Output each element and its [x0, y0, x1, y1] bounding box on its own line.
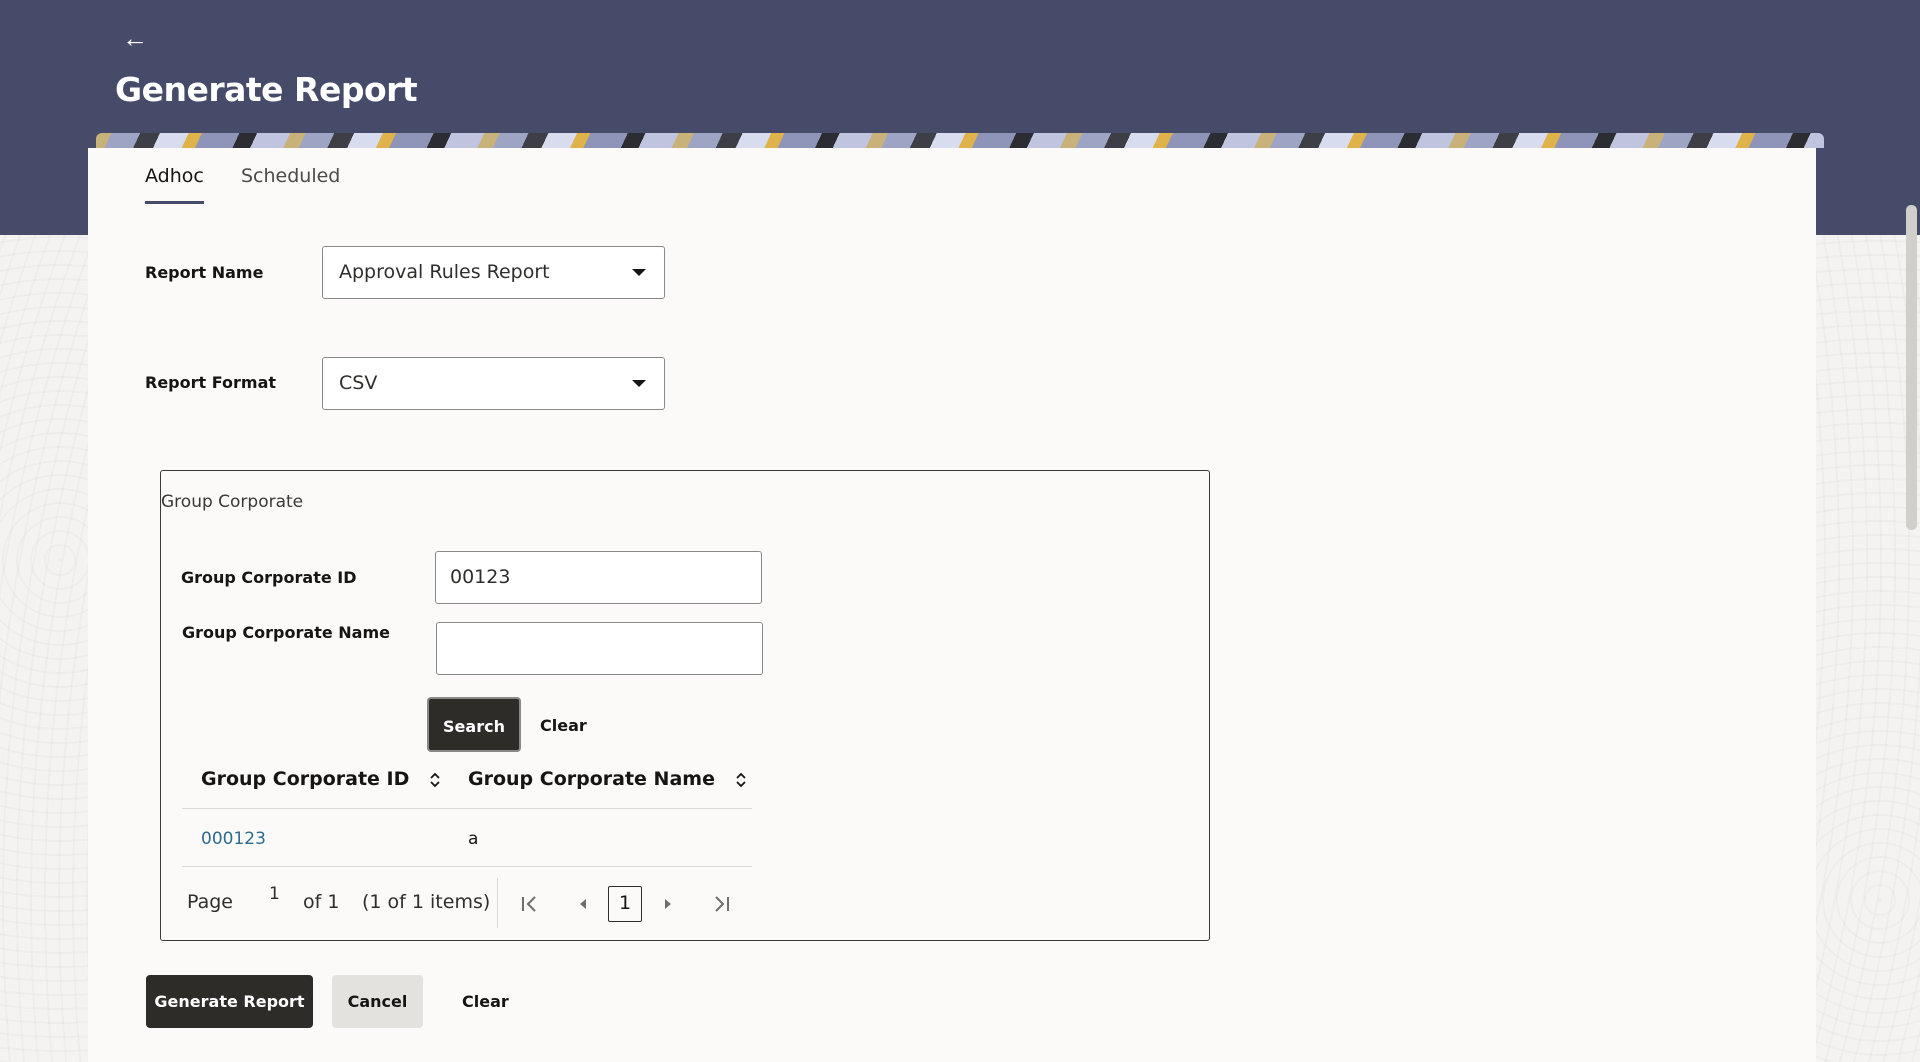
- column-header-group-corporate-id[interactable]: Group Corporate ID: [201, 768, 442, 790]
- group-corporate-name-label: Group Corporate Name: [182, 623, 390, 642]
- group-corporate-id-label: Group Corporate ID: [181, 568, 357, 587]
- column-header-group-corporate-name[interactable]: Group Corporate Name: [468, 768, 748, 790]
- table-divider: [182, 808, 752, 809]
- last-page-icon[interactable]: [709, 892, 733, 916]
- pager-items-count: (1 of 1 items): [362, 891, 491, 913]
- pager-page-label: Page: [187, 891, 233, 913]
- table-divider: [182, 866, 752, 867]
- group-corporate-title: Group Corporate: [161, 492, 304, 512]
- generate-report-button[interactable]: Generate Report: [146, 975, 313, 1028]
- header-banner: [96, 133, 1824, 148]
- report-name-label: Report Name: [145, 263, 264, 282]
- search-clear-button[interactable]: Clear: [540, 716, 587, 735]
- report-name-value: Approval Rules Report: [339, 261, 550, 283]
- tab-scheduled[interactable]: Scheduled: [241, 165, 340, 201]
- first-page-icon[interactable]: [518, 892, 542, 916]
- group-corporate-name-input[interactable]: [436, 622, 763, 675]
- chevron-down-icon: [632, 269, 646, 276]
- table-row-id-link[interactable]: 000123: [201, 829, 266, 849]
- pager-separator: [497, 878, 498, 928]
- group-corporate-id-input[interactable]: 00123: [435, 551, 762, 604]
- current-page-box[interactable]: 1: [608, 886, 642, 922]
- cancel-button[interactable]: Cancel: [332, 975, 423, 1028]
- pager-of-total: of 1: [303, 891, 340, 913]
- table-row-name: a: [468, 829, 479, 849]
- clear-button[interactable]: Clear: [462, 992, 509, 1011]
- page-scrollbar[interactable]: [1906, 205, 1917, 530]
- report-format-label: Report Format: [145, 373, 277, 392]
- report-format-select[interactable]: CSV: [322, 357, 665, 410]
- tab-adhoc[interactable]: Adhoc: [145, 165, 204, 204]
- sort-icon: [430, 772, 440, 787]
- sort-icon: [735, 772, 746, 787]
- chevron-down-icon: [632, 380, 646, 387]
- back-arrow-icon[interactable]: ←: [122, 24, 150, 52]
- search-button[interactable]: Search: [427, 697, 521, 752]
- page-title: Generate Report: [115, 70, 418, 109]
- column-header-label: Group Corporate Name: [468, 768, 715, 790]
- previous-page-icon[interactable]: [571, 892, 595, 916]
- report-name-select[interactable]: Approval Rules Report: [322, 246, 665, 299]
- pager-current-page-input[interactable]: 1: [269, 884, 280, 904]
- group-corporate-panel: [160, 470, 1210, 941]
- report-format-value: CSV: [339, 372, 378, 394]
- column-header-label: Group Corporate ID: [201, 768, 410, 790]
- next-page-icon[interactable]: [656, 892, 680, 916]
